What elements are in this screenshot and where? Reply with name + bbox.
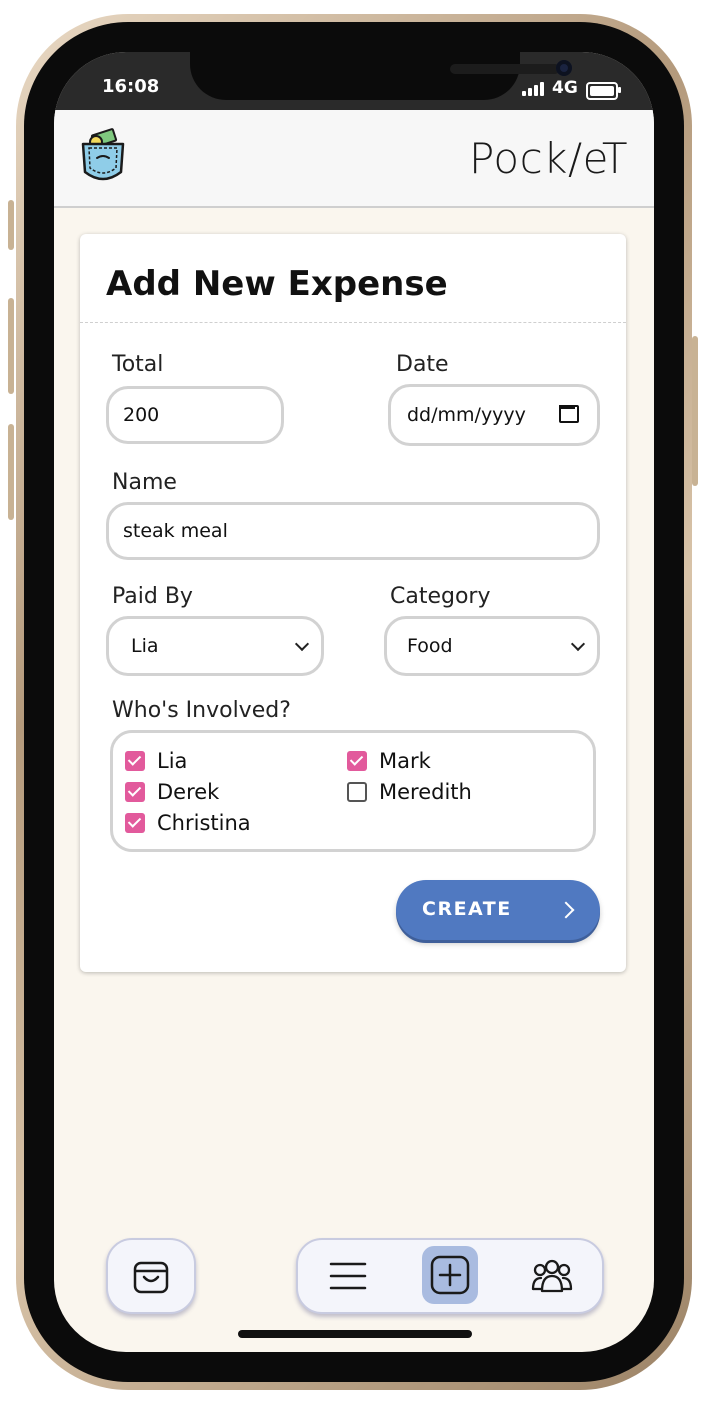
involved-name: Meredith <box>379 780 472 804</box>
involved-name: Derek <box>157 780 220 804</box>
group-icon <box>531 1259 573 1293</box>
add-icon <box>430 1255 470 1295</box>
checkbox-checked[interactable] <box>125 782 145 802</box>
category-label: Category <box>390 584 491 609</box>
signal-icon <box>522 82 544 96</box>
battery-tip <box>618 87 621 93</box>
checkbox-unchecked[interactable] <box>347 782 367 802</box>
name-label: Name <box>112 470 177 495</box>
involved-name: Christina <box>157 811 251 835</box>
chevron-right-icon <box>557 901 575 919</box>
date-input[interactable]: dd/mm/yyyy <box>388 384 600 446</box>
checkbox-checked[interactable] <box>347 751 367 771</box>
name-value: steak meal <box>123 520 228 542</box>
create-button[interactable]: CREATE <box>396 880 600 940</box>
paid-by-select[interactable]: Lia <box>106 616 324 676</box>
battery-icon <box>586 82 618 100</box>
app-header: Pock/eT <box>54 110 654 208</box>
menu-button[interactable] <box>320 1248 376 1304</box>
home-indicator <box>238 1330 472 1338</box>
phone-power-button <box>692 336 698 486</box>
involved-item-derek[interactable]: Derek <box>125 780 219 804</box>
phone-side-button <box>8 200 14 250</box>
involved-item-christina[interactable]: Christina <box>125 811 251 835</box>
notch <box>190 52 572 100</box>
form-title: Add New Expense <box>106 264 448 304</box>
title-divider <box>80 322 626 323</box>
involved-name: Mark <box>379 749 431 773</box>
name-input[interactable]: steak meal <box>106 502 600 560</box>
category-select[interactable]: Food <box>384 616 600 676</box>
involved-item-meredith[interactable]: Meredith <box>347 780 472 804</box>
network-type: 4G <box>552 78 578 98</box>
main-nav-pill <box>296 1238 604 1314</box>
total-label: Total <box>112 352 164 377</box>
involved-item-mark[interactable]: Mark <box>347 749 431 773</box>
checkbox-checked[interactable] <box>125 813 145 833</box>
shopping-nav-pill <box>106 1238 196 1314</box>
paid-by-value: Lia <box>131 635 159 657</box>
involved-label: Who's Involved? <box>112 698 291 723</box>
shopping-bag-icon <box>133 1261 169 1294</box>
phone-volume-down <box>8 424 14 520</box>
app-title: Pock/eT <box>469 134 628 183</box>
phone-volume-up <box>8 298 14 394</box>
date-placeholder: dd/mm/yyyy <box>407 404 526 426</box>
camera <box>556 60 572 76</box>
menu-icon <box>329 1262 367 1290</box>
involved-name: Lia <box>157 749 188 773</box>
date-label: Date <box>396 352 449 377</box>
create-label: CREATE <box>422 898 512 920</box>
total-input[interactable]: 200 <box>106 386 284 444</box>
speaker <box>450 64 560 74</box>
screen: 16:08 4G Pock/eT Add New Expense Total 2… <box>54 52 654 1352</box>
pocket-money-icon[interactable] <box>80 128 126 186</box>
chevron-down-icon <box>570 636 586 652</box>
checkbox-checked[interactable] <box>125 751 145 771</box>
total-value: 200 <box>123 404 160 426</box>
chevron-down-icon <box>294 636 310 652</box>
expense-form-card: Add New Expense Total 200 Date dd/mm/yyy… <box>80 234 626 972</box>
group-button[interactable] <box>524 1248 580 1304</box>
category-value: Food <box>407 635 453 657</box>
involved-checklist: Lia Mark Derek Meredith Christina <box>110 730 596 852</box>
status-time: 16:08 <box>102 76 160 97</box>
shopping-bag-button[interactable] <box>108 1240 194 1312</box>
paid-by-label: Paid By <box>112 584 193 609</box>
calendar-icon[interactable] <box>559 405 579 423</box>
add-expense-button[interactable] <box>422 1246 478 1304</box>
involved-item-lia[interactable]: Lia <box>125 749 187 773</box>
